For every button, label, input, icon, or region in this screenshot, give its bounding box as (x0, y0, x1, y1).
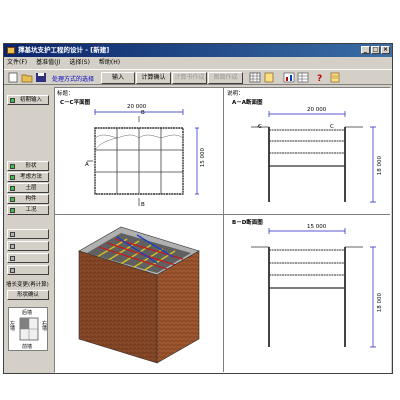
tab-input[interactable]: 输入 (101, 72, 135, 84)
section-mark-a-left: A (85, 162, 89, 168)
front-wall-label[interactable]: 前墙 (22, 343, 32, 350)
minimize-button[interactable]: _ (361, 46, 370, 54)
rear-wall-label[interactable]: 后墙 (22, 309, 32, 316)
method-button[interactable]: 考虑方法 (7, 172, 49, 182)
chart-icon[interactable] (283, 72, 295, 83)
settings-icon[interactable] (329, 72, 341, 83)
shape-confirm-button[interactable]: 形状确认 (7, 290, 49, 300)
disabled-button-3[interactable] (7, 253, 49, 263)
menu-bar: 文件(F) 基准值(J) 选择(S) 帮助(H) (4, 57, 392, 68)
menu-file[interactable]: 文件(F) (7, 59, 27, 66)
section-bb-drawing (251, 228, 376, 348)
section-mark-b-bottom: B (141, 202, 145, 208)
disabled-button-4[interactable] (7, 265, 49, 275)
toolbar: 处理方式的选择 输入 计算确认 计算书作成 图面作成 ? (4, 69, 392, 85)
tab-calc-confirm[interactable]: 计算确认 (136, 72, 171, 84)
horizontal-divider (55, 214, 390, 215)
status-led-icon (10, 268, 15, 273)
plan-view-drawing (87, 109, 199, 206)
section-mark-c-left: C (258, 124, 262, 130)
processing-selection-label: 处理方式的选择 (52, 76, 95, 83)
save-icon[interactable] (35, 72, 47, 83)
app-icon (7, 47, 15, 54)
window-title: 擇基坑支护工程的设计 - [新建] (18, 46, 110, 54)
shape-button[interactable]: 形状 (7, 161, 49, 171)
aa-width-dimension: 20 000 (307, 107, 327, 113)
section-mark-c-right: C (330, 124, 334, 130)
bb-depth-dimension: 18 000 (377, 293, 383, 313)
wall-change-label: 墙长变更(再计算) (6, 282, 49, 288)
help-icon[interactable]: ? (314, 72, 326, 83)
wall-selector: 后墙 左墙 右墙 前墙 (8, 307, 48, 351)
close-button[interactable]: × (381, 46, 390, 54)
right-wall-label[interactable]: 右墙 (42, 322, 47, 332)
section-aa-title: A－A断面图 (232, 100, 263, 106)
document-icon[interactable] (263, 72, 275, 83)
wall-plan-icon (19, 317, 39, 341)
plan-height-dimension: 15 000 (200, 148, 206, 168)
grid-view-icon[interactable] (249, 72, 261, 83)
status-led-icon (10, 186, 15, 191)
status-led-icon (10, 208, 15, 213)
status-led-icon (10, 244, 15, 249)
aa-depth-dimension: 18 000 (377, 156, 383, 176)
vertical-divider (223, 88, 224, 372)
menu-select[interactable]: 选择(S) (69, 59, 90, 66)
menu-baseline[interactable]: 基准值(J) (36, 59, 60, 66)
isometric-3d-view (78, 226, 200, 364)
status-led-icon (10, 164, 15, 169)
menu-help[interactable]: 帮助(H) (99, 59, 120, 66)
tab-drawing[interactable]: 图面作成 (208, 72, 243, 84)
tab-calc-report[interactable]: 计算书作成 (172, 72, 207, 84)
initial-input-button[interactable]: 初期输入 (7, 95, 49, 105)
app-window: 擇基坑支护工程的设计 - [新建] _ □ × 文件(F) 基准值(J) 选择(… (3, 43, 393, 374)
status-led-icon (10, 175, 15, 180)
left-panel: 初期输入 形状 考虑方法 土层 构件 工况 墙长变更(再计算) 形状确认 后墙 … (6, 87, 51, 373)
left-wall-label[interactable]: 左墙 (10, 322, 15, 332)
disabled-button-2[interactable] (7, 241, 49, 251)
status-led-icon (10, 98, 15, 103)
maximize-button[interactable]: □ (371, 46, 380, 54)
desktop-background (0, 374, 400, 400)
new-file-icon[interactable] (7, 72, 19, 83)
plan-title: C－C平面图 (60, 100, 91, 106)
bb-width-dimension: 15 000 (307, 224, 327, 230)
open-folder-icon[interactable] (21, 72, 33, 83)
svg-text:?: ? (317, 74, 322, 83)
status-led-icon (10, 197, 15, 202)
section-mark-b-top: B (141, 110, 145, 116)
status-led-icon (10, 232, 15, 237)
drawing-area: 标题： C－C平面图 说明： A－A断面图 B－D断面图 20 000 15 0… (54, 87, 391, 373)
description-label: 说明： (227, 91, 244, 97)
disabled-button-1[interactable] (7, 229, 49, 239)
member-button[interactable]: 构件 (7, 194, 49, 204)
title-bar: 擇基坑支护工程的设计 - [新建] _ □ × (4, 44, 392, 57)
soil-layer-button[interactable]: 土层 (7, 183, 49, 193)
work-stage-button[interactable]: 工况 (7, 205, 49, 215)
status-led-icon (10, 256, 15, 261)
table-icon[interactable] (297, 72, 309, 83)
overview-label: 标题： (57, 91, 74, 97)
